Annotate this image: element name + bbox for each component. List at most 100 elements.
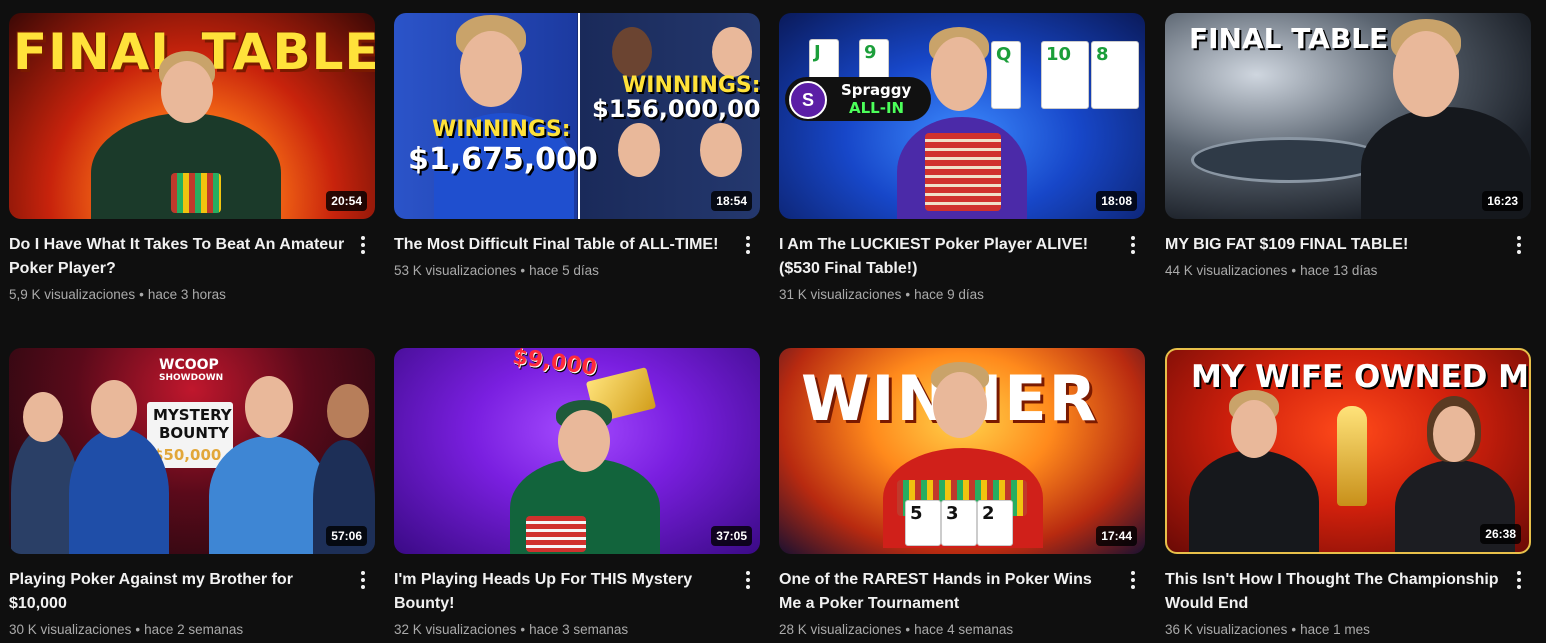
video-title[interactable]: Do I Have What It Takes To Beat An Amate…: [9, 233, 345, 281]
video-thumbnail[interactable]: WINNER 5 3 2 17:44: [779, 348, 1145, 554]
playing-card: 3: [941, 500, 977, 546]
poker-table: [1191, 137, 1387, 183]
thumbnail-text: BOUNTY: [159, 424, 230, 442]
video-thumbnail[interactable]: FINAL TABLE 16:23: [1165, 13, 1531, 219]
video-title[interactable]: I Am The LUCKIEST Poker Player ALIVE! ($…: [779, 233, 1115, 281]
video-card: $9,000 37:05 I'm Playing Heads Up For TH…: [394, 348, 760, 642]
view-count: 32 K visualizaciones: [394, 622, 517, 637]
thumbnail-chips: [925, 133, 1001, 211]
video-card: FINAL TABLE 20:54 Do I Have What It Take…: [9, 13, 375, 307]
thumbnail-person: [161, 61, 213, 123]
video-meta: I'm Playing Heads Up For THIS Mystery Bo…: [394, 568, 760, 642]
video-stats: 30 K visualizaciones • hace 2 semanas: [9, 618, 345, 642]
playing-card: Q: [991, 41, 1021, 109]
video-meta: MY BIG FAT $109 FINAL TABLE! 44 K visual…: [1165, 233, 1531, 283]
thumbnail-text: MYSTERY: [153, 406, 232, 424]
playing-card: 2: [977, 500, 1013, 546]
thumbnail-text: WINNINGS:: [432, 117, 571, 142]
thumbnail-person: [612, 27, 652, 77]
more-vert-icon[interactable]: [351, 233, 375, 257]
more-vert-icon[interactable]: [1121, 233, 1145, 257]
thumbnail-text: MY WIFE OWNED ME!?: [1191, 359, 1530, 395]
view-count: 53 K visualizaciones: [394, 263, 517, 278]
thumbnail-person: [23, 392, 63, 442]
video-card: WINNER 5 3 2 17:44 One of the RAREST Han…: [779, 348, 1145, 642]
view-count: 5,9 K visualizaciones: [9, 287, 136, 302]
video-meta: This Isn't How I Thought The Championshi…: [1165, 568, 1531, 642]
thumbnail-text: $156,000,000: [592, 95, 760, 123]
video-duration: 18:08: [1096, 191, 1137, 211]
thumbnail-person: [245, 376, 293, 438]
video-thumbnail[interactable]: WINNINGS: $1,675,000 WINNINGS: $156,000,…: [394, 13, 760, 219]
thumbnail-text: FINAL TABLE: [1189, 22, 1389, 55]
video-meta: Do I Have What It Takes To Beat An Amate…: [9, 233, 375, 307]
video-duration: 17:44: [1096, 526, 1137, 546]
more-vert-icon[interactable]: [351, 568, 375, 592]
playing-card: 5: [905, 500, 941, 546]
video-duration: 18:54: [711, 191, 752, 211]
thumbnail-text: $50,000: [153, 446, 222, 464]
video-stats: 32 K visualizaciones • hace 3 semanas: [394, 618, 730, 642]
separator-dot: •: [135, 622, 141, 637]
view-count: 30 K visualizaciones: [9, 622, 132, 637]
separator-dot: •: [520, 263, 526, 278]
playing-card: 10: [1041, 41, 1089, 109]
video-stats: 44 K visualizaciones • hace 13 días: [1165, 259, 1501, 283]
thumbnail-text: SHOWDOWN: [159, 373, 224, 383]
separator-dot: •: [1291, 622, 1297, 637]
video-stats: 31 K visualizaciones • hace 9 días: [779, 283, 1115, 307]
video-duration: 16:23: [1482, 191, 1523, 211]
thumbnail-person: [712, 27, 752, 77]
video-title[interactable]: The Most Difficult Final Table of ALL-TI…: [394, 233, 730, 257]
more-vert-icon[interactable]: [736, 568, 760, 592]
thumbnail-text: ALL-IN: [849, 99, 905, 117]
video-meta: The Most Difficult Final Table of ALL-TI…: [394, 233, 760, 283]
video-thumbnail[interactable]: WCOOP SHOWDOWN MYSTERY BOUNTY $50,000 57…: [9, 348, 375, 554]
playing-card: J: [809, 39, 839, 81]
thumbnail-text: WCOOP: [159, 357, 219, 373]
video-duration: 37:05: [711, 526, 752, 546]
view-count: 31 K visualizaciones: [779, 287, 902, 302]
more-vert-icon[interactable]: [1121, 568, 1145, 592]
view-count: 28 K visualizaciones: [779, 622, 902, 637]
video-meta: I Am The LUCKIEST Poker Player ALIVE! ($…: [779, 233, 1145, 307]
separator-dot: •: [520, 622, 526, 637]
video-card: WINNINGS: $1,675,000 WINNINGS: $156,000,…: [394, 13, 760, 283]
video-thumbnail[interactable]: MY WIFE OWNED ME!? 26:38: [1165, 348, 1531, 554]
upload-age: hace 1 mes: [1300, 622, 1370, 637]
video-stats: 5,9 K visualizaciones • hace 3 horas: [9, 283, 345, 307]
playing-card: 9: [859, 39, 889, 81]
upload-age: hace 3 horas: [147, 287, 226, 302]
view-count: 36 K visualizaciones: [1165, 622, 1288, 637]
video-thumbnail[interactable]: J 9 Q 10 8 S Spraggy ALL-IN 18:08: [779, 13, 1145, 219]
upload-age: hace 13 días: [1300, 263, 1378, 278]
video-duration: 20:54: [326, 191, 367, 211]
video-meta: One of the RAREST Hands in Poker Wins Me…: [779, 568, 1145, 642]
upload-age: hace 4 semanas: [914, 622, 1014, 637]
more-vert-icon[interactable]: [1507, 568, 1531, 592]
video-title[interactable]: I'm Playing Heads Up For THIS Mystery Bo…: [394, 568, 730, 616]
upload-age: hace 9 días: [914, 287, 984, 302]
thumbnail-text: $9,000: [510, 348, 599, 381]
thumbnail-person: [327, 384, 369, 438]
thumbnail-person: [209, 436, 329, 554]
thumbnail-person: [931, 37, 987, 111]
thumbnail-person: [618, 123, 660, 177]
video-title[interactable]: MY BIG FAT $109 FINAL TABLE!: [1165, 233, 1501, 257]
video-thumbnail[interactable]: $9,000 37:05: [394, 348, 760, 554]
video-title[interactable]: Playing Poker Against my Brother for $10…: [9, 568, 345, 616]
thumbnail-text: WINNINGS:: [622, 73, 760, 98]
thumbnail-text: Spraggy: [841, 81, 912, 99]
thumbnail-person: [460, 31, 522, 107]
video-title[interactable]: One of the RAREST Hands in Poker Wins Me…: [779, 568, 1115, 616]
thumbnail-person: [933, 372, 987, 438]
video-thumbnail[interactable]: FINAL TABLE 20:54: [9, 13, 375, 219]
separator-dot: •: [905, 622, 911, 637]
video-title[interactable]: This Isn't How I Thought The Championshi…: [1165, 568, 1501, 616]
video-grid: FINAL TABLE 20:54 Do I Have What It Take…: [0, 0, 1546, 643]
more-vert-icon[interactable]: [736, 233, 760, 257]
video-meta: Playing Poker Against my Brother for $10…: [9, 568, 375, 642]
thumbnail-chips: [526, 516, 586, 552]
video-card: FINAL TABLE 16:23 MY BIG FAT $109 FINAL …: [1165, 13, 1531, 283]
more-vert-icon[interactable]: [1507, 233, 1531, 257]
